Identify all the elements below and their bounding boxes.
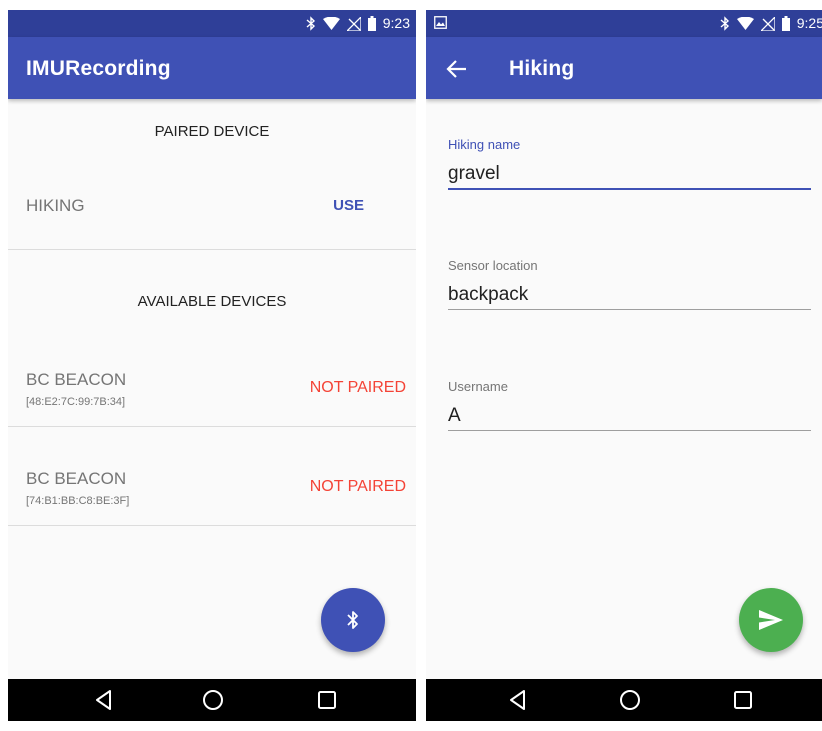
not-paired-status[interactable]: NOT PAIRED bbox=[310, 478, 406, 496]
nav-home-icon[interactable] bbox=[201, 688, 225, 712]
divider bbox=[8, 525, 416, 526]
input-underline bbox=[448, 309, 811, 310]
paired-device-header: PAIRED DEVICE bbox=[154, 123, 270, 140]
username-label: Username bbox=[448, 379, 508, 394]
nav-back-icon[interactable] bbox=[506, 688, 530, 712]
input-underline bbox=[448, 188, 811, 190]
device-name: BC BEACON bbox=[26, 370, 127, 389]
status-icons: 9:23 bbox=[306, 15, 410, 32]
status-bar: 9:23 bbox=[8, 10, 416, 37]
navigation-bar bbox=[8, 679, 416, 721]
no-signal-icon bbox=[760, 16, 775, 31]
username-input[interactable]: A bbox=[448, 402, 811, 430]
device-name: BC BEACON bbox=[26, 469, 127, 488]
use-button[interactable]: USE bbox=[333, 197, 364, 214]
nav-recents-icon[interactable] bbox=[315, 688, 339, 712]
bluetooth-status-icon bbox=[720, 16, 729, 31]
wifi-icon bbox=[736, 17, 754, 30]
device-mac-address: [48:E2:7C:99:7B:34] bbox=[26, 396, 126, 408]
bluetooth-icon bbox=[347, 611, 358, 629]
bluetooth-fab-button[interactable] bbox=[321, 588, 385, 652]
sensor-location-input[interactable]: backpack bbox=[448, 281, 811, 309]
bluetooth-status-icon bbox=[306, 16, 315, 31]
battery-icon bbox=[781, 16, 790, 31]
app-bar: IMURecording bbox=[8, 37, 416, 99]
navigation-bar bbox=[426, 679, 822, 721]
status-time: 9:23 bbox=[382, 15, 410, 31]
status-bar: 9:25 bbox=[426, 10, 822, 37]
status-icons: 9:25 bbox=[720, 15, 822, 32]
app-title: Hiking bbox=[509, 57, 575, 80]
input-underline bbox=[448, 430, 811, 431]
wifi-icon bbox=[322, 17, 340, 30]
status-time: 9:25 bbox=[796, 15, 822, 31]
hiking-form-screen: 9:25 Hiking Hiking name gravel Sensor lo… bbox=[426, 10, 822, 721]
not-paired-status[interactable]: NOT PAIRED bbox=[310, 379, 406, 397]
username-field[interactable]: Username A bbox=[448, 379, 811, 431]
device-mac-address: [74:B1:BB:C8:BE:3F] bbox=[26, 495, 130, 507]
divider bbox=[8, 249, 416, 250]
hiking-name-field[interactable]: Hiking name gravel bbox=[448, 137, 811, 190]
image-notification-icon bbox=[434, 16, 447, 29]
hiking-name-label: Hiking name bbox=[448, 137, 521, 152]
sensor-location-field[interactable]: Sensor location backpack bbox=[448, 258, 811, 310]
send-fab-button[interactable] bbox=[739, 588, 803, 652]
app-bar: Hiking bbox=[426, 37, 822, 99]
back-arrow-icon[interactable] bbox=[444, 56, 470, 82]
battery-icon bbox=[367, 16, 376, 31]
available-devices-header: AVAILABLE DEVICES bbox=[137, 293, 287, 310]
paired-device-name: HIKING bbox=[26, 196, 85, 215]
divider bbox=[8, 426, 416, 427]
nav-recents-icon[interactable] bbox=[731, 688, 755, 712]
device-list-screen: 9:23 IMURecording PAIRED DEVICE HIKING U… bbox=[8, 10, 416, 721]
app-title: IMURecording bbox=[26, 57, 171, 80]
send-icon bbox=[759, 610, 783, 630]
hiking-name-input[interactable]: gravel bbox=[448, 160, 811, 188]
sensor-location-label: Sensor location bbox=[448, 258, 538, 273]
no-signal-icon bbox=[346, 16, 361, 31]
nav-home-icon[interactable] bbox=[618, 688, 642, 712]
nav-back-icon[interactable] bbox=[92, 688, 116, 712]
